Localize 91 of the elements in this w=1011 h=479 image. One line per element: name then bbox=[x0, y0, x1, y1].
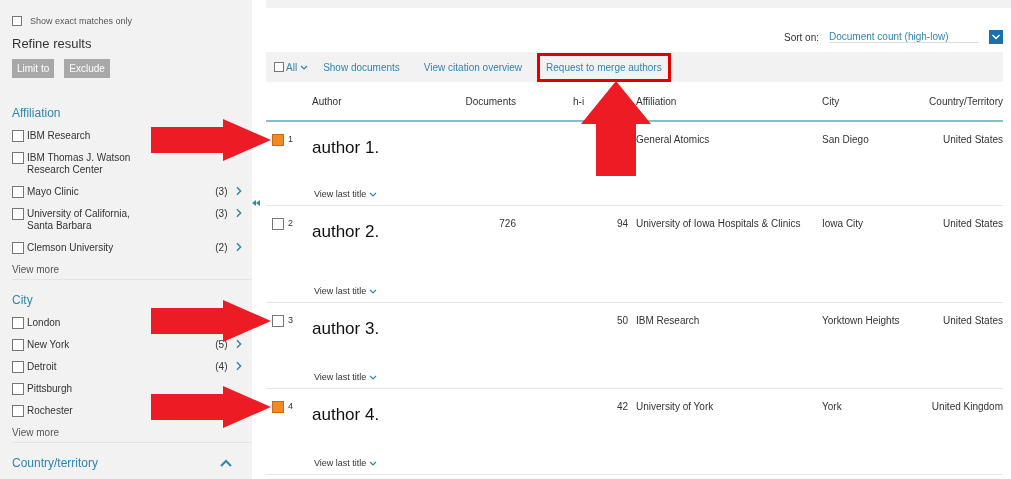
select-all-dropdown[interactable]: All bbox=[286, 61, 298, 73]
checkbox[interactable] bbox=[12, 361, 24, 373]
facet-option: Clemson University bbox=[27, 242, 143, 254]
view-last-title-link[interactable]: View last title bbox=[314, 372, 367, 382]
chevron-icon[interactable] bbox=[236, 186, 242, 196]
facet-option: University of California, Santa Barbara bbox=[27, 208, 143, 232]
checkbox[interactable] bbox=[12, 186, 24, 198]
column-header[interactable]: Documents bbox=[465, 95, 516, 107]
table-cell: IBM Research bbox=[636, 315, 700, 326]
author-name[interactable]: author 3. bbox=[312, 319, 380, 339]
checkbox[interactable] bbox=[12, 16, 22, 26]
facet-option: New York bbox=[27, 339, 143, 351]
checkbox[interactable] bbox=[12, 152, 24, 164]
facet-option: Detroit bbox=[27, 361, 143, 373]
caret-icon[interactable] bbox=[369, 288, 378, 294]
checkbox[interactable] bbox=[274, 62, 284, 72]
checkbox[interactable] bbox=[12, 130, 24, 142]
facet-count: (2) bbox=[215, 242, 228, 254]
table-cell: Yorktown Heights bbox=[822, 315, 900, 326]
author-name[interactable]: author 1. bbox=[312, 138, 380, 158]
checkbox[interactable] bbox=[12, 339, 24, 351]
checkbox[interactable] bbox=[12, 242, 24, 254]
facet-option: IBM Thomas J. Watson Research Center bbox=[27, 152, 152, 176]
table-cell: 726 bbox=[499, 218, 516, 229]
chevron-icon[interactable] bbox=[236, 242, 242, 252]
facet-count: (4) bbox=[215, 361, 228, 373]
facet-title[interactable]: City bbox=[12, 293, 33, 307]
checkbox[interactable] bbox=[272, 218, 284, 230]
table-cell: University of York bbox=[636, 401, 714, 412]
facet-option: London bbox=[27, 317, 152, 329]
section-title: Refine results bbox=[12, 36, 93, 51]
table-cell: San Diego bbox=[822, 134, 869, 145]
row-number: 2 bbox=[288, 218, 293, 228]
column-header[interactable]: Affiliation bbox=[636, 95, 677, 107]
column-header[interactable]: h-i bbox=[573, 95, 585, 107]
facet-option: IBM Research bbox=[27, 130, 152, 142]
row-number: 1 bbox=[288, 134, 293, 144]
table-cell: 94 bbox=[616, 218, 628, 229]
facet-title[interactable]: Affiliation bbox=[12, 106, 61, 120]
view-last-title-link[interactable]: View last title bbox=[314, 189, 367, 199]
row-number: 4 bbox=[288, 401, 293, 411]
column-header[interactable]: Country/Territory bbox=[929, 95, 1003, 107]
facet-count: (3) bbox=[215, 186, 228, 198]
view-more-link[interactable]: View more bbox=[12, 264, 60, 275]
facet-option: Pittsburgh bbox=[27, 383, 152, 395]
table-cell: United States bbox=[942, 315, 1003, 326]
author-name[interactable]: author 4. bbox=[312, 405, 380, 425]
dropdown-icon[interactable] bbox=[989, 30, 1003, 44]
view-more-link[interactable]: View more bbox=[12, 427, 60, 438]
checkbox[interactable] bbox=[12, 208, 24, 220]
view-last-title-link[interactable]: View last title bbox=[314, 286, 367, 296]
toolbar-link[interactable]: Show documents bbox=[314, 52, 409, 82]
caret-icon[interactable] bbox=[369, 374, 378, 380]
checkbox[interactable] bbox=[272, 134, 284, 146]
facet-title[interactable]: Country/territory bbox=[12, 456, 99, 470]
toolbar-link[interactable]: Request to merge authors bbox=[537, 52, 671, 82]
table-cell: York bbox=[822, 401, 842, 412]
collapse-icon[interactable] bbox=[252, 200, 260, 206]
checkbox[interactable] bbox=[12, 405, 24, 417]
table-cell: Iowa City bbox=[822, 218, 864, 229]
caret-icon[interactable] bbox=[300, 64, 309, 70]
checkbox[interactable] bbox=[12, 317, 24, 329]
chevron-icon[interactable] bbox=[236, 361, 242, 371]
column-header[interactable]: City bbox=[822, 95, 840, 107]
table-cell: 42 bbox=[616, 401, 628, 412]
table-cell: United Kingdom bbox=[931, 401, 1003, 412]
view-last-title-link[interactable]: View last title bbox=[314, 458, 367, 468]
table-cell: General Atomics bbox=[636, 134, 710, 145]
table-cell: United States bbox=[942, 134, 1003, 145]
checkbox-label: Show exact matches only bbox=[30, 16, 133, 26]
row-number: 3 bbox=[288, 315, 293, 325]
sort-label: Sort on: bbox=[783, 31, 819, 43]
table-cell: United States bbox=[942, 218, 1003, 229]
checkbox[interactable] bbox=[272, 401, 284, 413]
toolbar-link[interactable]: View citation overview bbox=[414, 52, 532, 82]
chevron-icon[interactable] bbox=[236, 208, 242, 218]
caret-icon[interactable] bbox=[369, 191, 378, 197]
facet-count: (3) bbox=[215, 208, 228, 220]
sort-dropdown[interactable]: Document count (high-low) bbox=[829, 31, 979, 43]
author-name[interactable]: author 2. bbox=[312, 222, 380, 242]
column-header[interactable]: Author bbox=[312, 95, 342, 107]
facet-option: Mayo Clinic bbox=[27, 186, 143, 198]
chevron-icon[interactable] bbox=[236, 339, 242, 349]
checkbox[interactable] bbox=[272, 315, 284, 327]
facet-option: Rochester bbox=[27, 405, 152, 417]
caret-icon[interactable] bbox=[369, 460, 378, 466]
facet-count: (5) bbox=[215, 339, 228, 351]
caret-icon[interactable] bbox=[220, 459, 232, 467]
table-cell: University of Iowa Hospitals & Clinics bbox=[636, 218, 801, 229]
table-cell: 50 bbox=[616, 315, 628, 326]
checkbox[interactable] bbox=[12, 383, 24, 395]
